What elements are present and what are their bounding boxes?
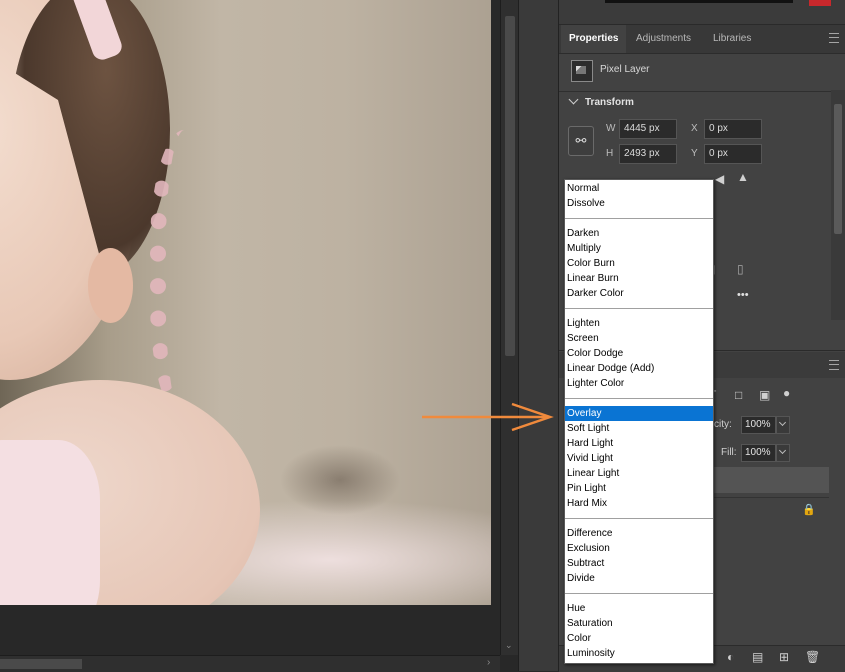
canvas-horizontal-scrollbar[interactable]: › [0,655,500,672]
align-bottom-icon[interactable]: ▯ [737,262,744,276]
transform-title: Transform [585,97,634,108]
adjustment-layer-icon[interactable]: ◐ [727,650,734,664]
layer-row-selected[interactable] [709,467,829,493]
chain-link-icon: ⚯ [575,133,587,148]
blend-mode-option-luminosity[interactable]: Luminosity [565,646,713,661]
blend-mode-option-difference[interactable]: Difference [565,526,713,541]
blend-mode-option-normal[interactable]: Normal [565,181,713,196]
blend-mode-option-divide[interactable]: Divide [565,571,713,586]
blend-mode-option-overlay[interactable]: Overlay [565,406,713,421]
blend-mode-option-color[interactable]: Color [565,631,713,646]
photo-ear [88,248,133,323]
menu-separator [565,398,713,399]
more-options-icon[interactable]: ••• [737,289,749,301]
menu-separator [565,593,713,594]
blend-mode-option-darker-color[interactable]: Darker Color [565,286,713,301]
properties-scrollbar[interactable] [831,90,845,320]
tab-libraries[interactable]: Libraries [705,25,759,53]
smart-object-filter-icon[interactable]: ▣ [759,388,770,402]
new-group-folder-icon[interactable]: ▤ [752,650,763,664]
blend-mode-option-lighten[interactable]: Lighten [565,316,713,331]
height-label: H [606,148,614,159]
blend-mode-option-vivid-light[interactable]: Vivid Light [565,451,713,466]
menu-separator [565,518,713,519]
delete-layer-trash-icon[interactable]: 🗑 [805,650,820,664]
scroll-down-arrow-icon[interactable]: ⌄ [505,640,513,651]
new-layer-icon[interactable]: ⊞ [779,650,789,664]
y-position-field[interactable] [704,144,762,164]
panel-top-bar [559,0,845,25]
opacity-dropdown-button[interactable] [776,416,790,434]
menu-separator [565,218,713,219]
blend-mode-option-linear-light[interactable]: Linear Light [565,466,713,481]
baby-photo-canvas[interactable] [0,0,491,605]
x-label: X [691,123,698,134]
fill-field[interactable]: 100% [741,444,776,462]
photo-garment [0,440,100,605]
opacity-field[interactable]: 100% [741,416,776,434]
layer-kind-label: Pixel Layer [600,64,650,75]
color-swatch-bar [605,0,793,3]
flip-horizontal-icon[interactable]: ◀ [715,172,724,186]
width-label: W [606,123,616,134]
menu-separator [565,308,713,309]
scroll-right-arrow-icon[interactable]: › [487,657,490,668]
properties-scroll-thumb[interactable] [834,104,842,234]
layers-menu-icon[interactable] [829,360,839,370]
x-position-field[interactable] [704,119,762,139]
fill-label: Fill: [721,447,737,458]
opacity-label: city: [714,419,732,430]
canvas-vertical-scroll-thumb[interactable] [505,16,515,356]
flip-vertical-icon[interactable]: ▲ [737,170,749,184]
blend-mode-option-multiply[interactable]: Multiply [565,241,713,256]
link-dimensions-button[interactable]: ⚯ [568,126,594,156]
panel-menu-icon[interactable] [829,33,839,43]
width-field[interactable] [619,119,677,139]
blend-mode-option-linear-burn[interactable]: Linear Burn [565,271,713,286]
blend-mode-option-soft-light[interactable]: Soft Light [565,421,713,436]
fill-dropdown-button[interactable] [776,444,790,462]
blend-mode-option-screen[interactable]: Screen [565,331,713,346]
blend-mode-option-pin-light[interactable]: Pin Light [565,481,713,496]
blend-mode-option-linear-dodge-add[interactable]: Linear Dodge (Add) [565,361,713,376]
blend-mode-dropdown[interactable]: Normal Dissolve Darken Multiply Color Burn Li… [564,179,714,664]
tab-adjustments[interactable]: Adjustments [628,25,699,53]
lock-icon: 🔒 [802,504,816,516]
filter-toggle-icon[interactable]: ● [783,386,790,400]
blend-mode-option-dissolve[interactable]: Dissolve [565,196,713,211]
canvas-vertical-scrollbar[interactable]: ⌄ [500,0,519,655]
blend-mode-option-hue[interactable]: Hue [565,601,713,616]
height-field[interactable] [619,144,677,164]
blend-mode-option-darken[interactable]: Darken [565,226,713,241]
annotation-arrow [422,402,554,432]
transform-section-header[interactable]: Transform [568,94,634,108]
photo-lace-ribbon [150,130,236,420]
blend-mode-option-hard-light[interactable]: Hard Light [565,436,713,451]
blend-mode-option-color-burn[interactable]: Color Burn [565,256,713,271]
tab-properties[interactable]: Properties [561,25,627,53]
blend-mode-option-subtract[interactable]: Subtract [565,556,713,571]
collapsed-panel-strip [518,0,559,671]
blend-mode-option-exclusion[interactable]: Exclusion [565,541,713,556]
blend-mode-option-lighter-color[interactable]: Lighter Color [565,376,713,391]
warning-swatch [809,0,831,6]
shape-layer-filter-icon[interactable]: □ [735,388,742,402]
y-label: Y [691,148,698,159]
document-canvas-area[interactable] [0,0,500,671]
blend-mode-option-color-dodge[interactable]: Color Dodge [565,346,713,361]
section-divider [559,91,831,92]
pixel-layer-icon [571,60,593,82]
blend-mode-option-hard-mix[interactable]: Hard Mix [565,496,713,511]
chevron-down-icon [568,94,579,105]
canvas-horizontal-scroll-thumb[interactable] [0,659,82,669]
blend-mode-option-saturation[interactable]: Saturation [565,616,713,631]
panel-tabs: Properties Adjustments Libraries [559,25,845,54]
